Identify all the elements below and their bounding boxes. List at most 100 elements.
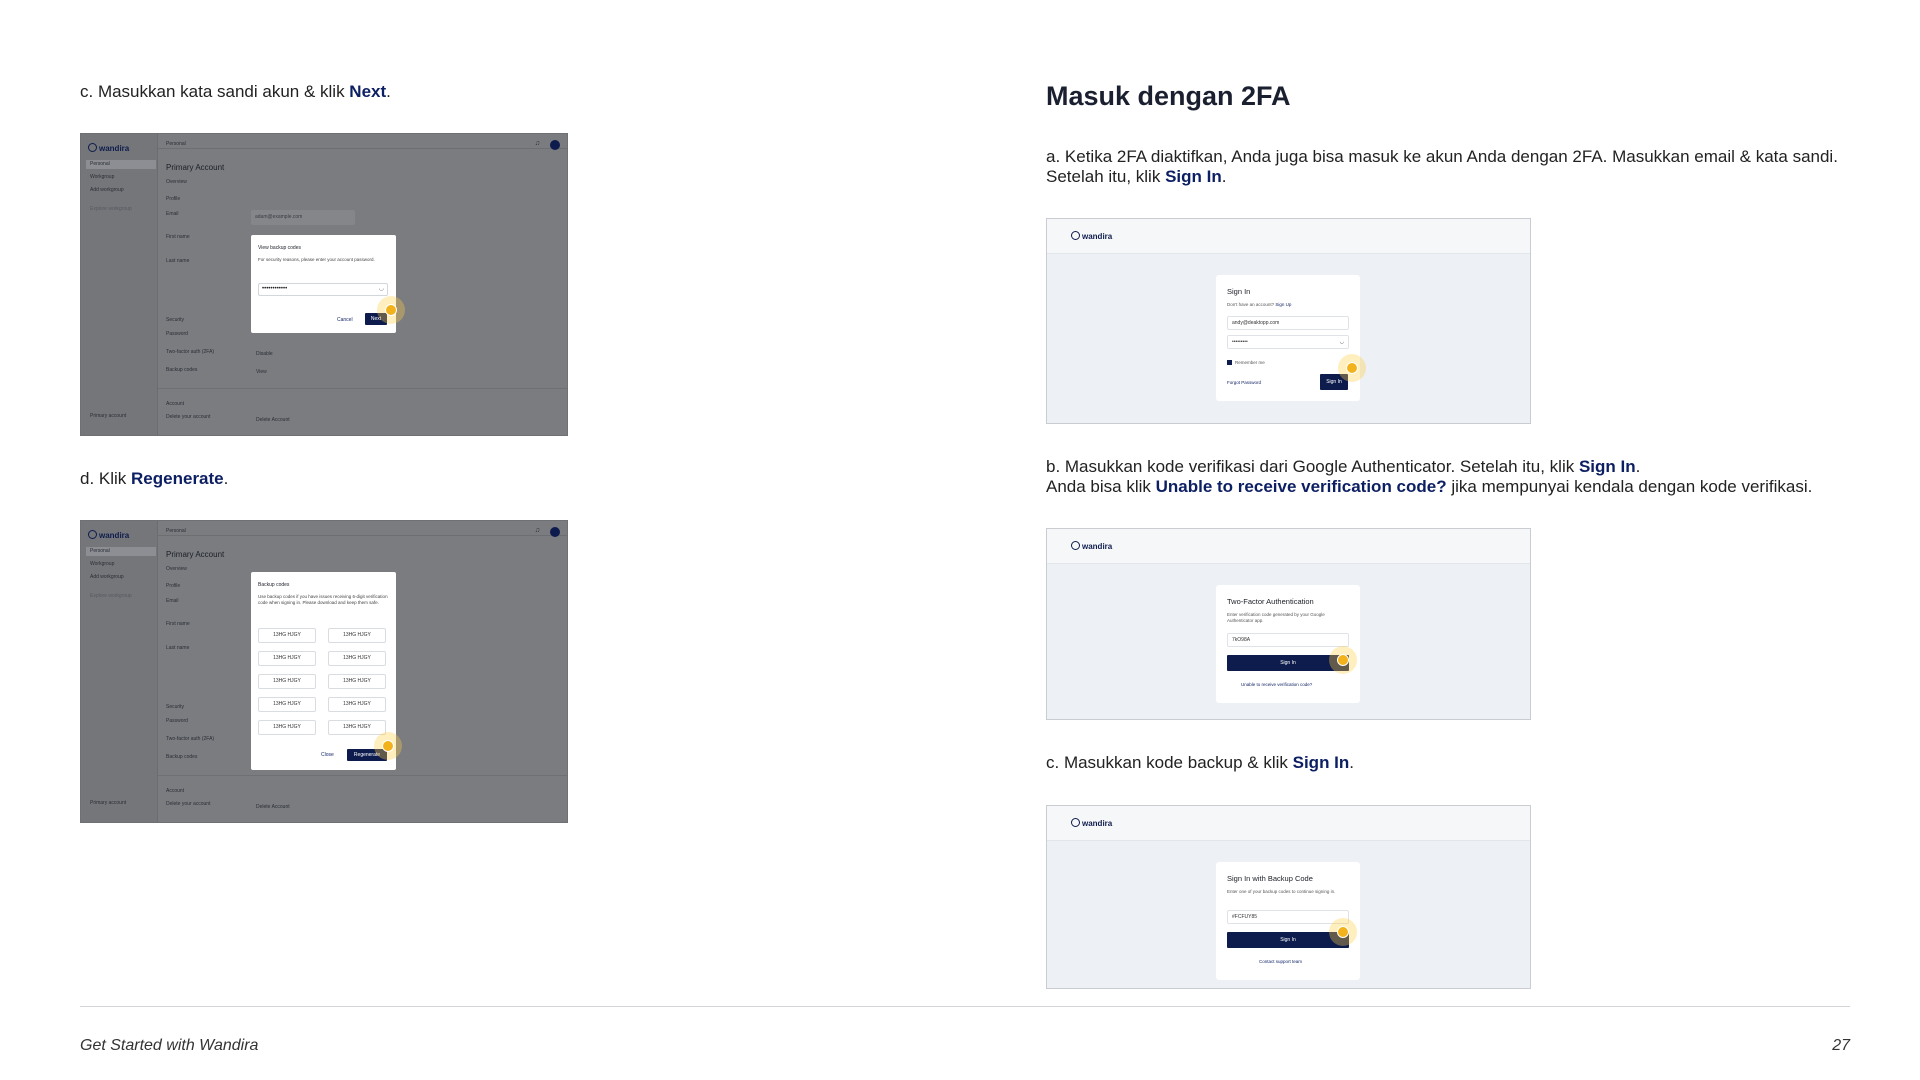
modal-title: Backup codes: [258, 582, 290, 588]
avatar[interactable]: [550, 140, 560, 150]
card-description: Enter verification code generated by you…: [1227, 612, 1325, 623]
security-heading: Security: [166, 704, 185, 710]
globe-icon: [1071, 818, 1080, 827]
eye-icon[interactable]: ◡: [1340, 336, 1344, 348]
card-description: Enter one of your backup codes to contin…: [1227, 889, 1336, 894]
password-input[interactable]: ••••••••• ◡: [1227, 335, 1349, 349]
delete-account-link[interactable]: Delete Account: [256, 804, 290, 810]
backup-code-screenshot: wandira Sign In with Backup Code Enter o…: [1046, 805, 1531, 989]
first-name-label: First name: [166, 621, 190, 627]
click-indicator: [377, 296, 405, 324]
divider: [158, 775, 567, 776]
backup-code: 13HG HJGY: [258, 720, 316, 735]
eye-icon[interactable]: ◡: [379, 284, 384, 295]
sign-up-link[interactable]: Sign Up: [1275, 302, 1291, 307]
globe-icon: [88, 530, 97, 539]
unable-to-receive-link[interactable]: Unable to receive verification code?: [1241, 682, 1312, 687]
sidebar-item-workgroup[interactable]: Workgroup: [86, 173, 156, 182]
logo: wandira: [88, 530, 129, 540]
password-input[interactable]: •••••••••••• ◡: [258, 283, 388, 296]
sidebar: wandira Personal Workgroup Add workgroup…: [81, 134, 158, 435]
sidebar-footer-account: Primary account: [90, 413, 127, 419]
globe-icon: [1071, 541, 1080, 550]
tab-overview[interactable]: Overview: [166, 566, 187, 572]
remember-me[interactable]: Remember me: [1227, 360, 1349, 366]
click-indicator: [1329, 918, 1357, 946]
click-indicator: [1329, 646, 1357, 674]
step-c-right: c. Masukkan kode backup & klik Sign In.: [1046, 753, 1355, 772]
breadcrumb: Personal: [166, 528, 186, 534]
modal-description: Use backup codes if you have issues rece…: [258, 594, 388, 605]
page-title: Primary Account: [166, 163, 225, 172]
twofa-label: Two-factor auth (2FA): [166, 736, 215, 742]
sidebar-item-personal[interactable]: Personal: [86, 547, 156, 556]
bell-icon[interactable]: ♫: [535, 140, 540, 147]
sidebar-item-add-workgroup[interactable]: Add workgroup: [86, 573, 156, 582]
logo: wandira: [88, 143, 129, 153]
contact-support-link[interactable]: Contact support team: [1259, 959, 1302, 964]
cancel-button[interactable]: Cancel: [337, 317, 353, 323]
two-factor-card: Two-Factor Authentication Enter verifica…: [1216, 585, 1360, 703]
forgot-password-link[interactable]: Forgot Password: [1227, 380, 1261, 385]
backup-code: 13HG HJGY: [328, 628, 386, 643]
page-title: Primary Account: [166, 550, 225, 559]
card-title: Sign In: [1227, 287, 1251, 296]
backup-code: 13HG HJGY: [258, 697, 316, 712]
tab-overview[interactable]: Overview: [166, 179, 187, 185]
backup-code: 13HG HJGY: [328, 697, 386, 712]
footer-title: Get Started with Wandira: [80, 1037, 259, 1054]
sidebar-item-add-workgroup[interactable]: Add workgroup: [86, 186, 156, 195]
password-label: Password: [166, 331, 188, 337]
first-name-label: First name: [166, 234, 190, 240]
sign-in-card: Sign In Don't have an account? Sign Up a…: [1216, 275, 1360, 401]
delete-label: Delete your account: [166, 801, 211, 807]
sidebar-item-personal[interactable]: Personal: [86, 160, 156, 169]
twofa-label: Two-factor auth (2FA): [166, 349, 215, 355]
globe-icon: [88, 143, 97, 152]
backup-code: 13HG HJGY: [328, 674, 386, 689]
bell-icon[interactable]: ♫: [535, 527, 540, 534]
backup-code-input[interactable]: #FCFUY85: [1227, 910, 1349, 924]
email-label: Email: [166, 211, 179, 217]
backup-code: 13HG HJGY: [258, 651, 316, 666]
password-label: Password: [166, 718, 188, 724]
header: [1047, 529, 1530, 564]
last-name-label: Last name: [166, 645, 190, 651]
two-factor-screenshot: wandira Two-Factor Authentication Enter …: [1046, 528, 1531, 720]
disable-link[interactable]: Disable: [256, 351, 273, 357]
backup-code: 13HG HJGY: [258, 628, 316, 643]
modal-description: For security reasons, please enter your …: [258, 257, 375, 262]
account-heading: Account: [166, 401, 185, 407]
click-indicator: [1338, 354, 1366, 382]
step-d-left: d. Klik Regenerate.: [80, 469, 229, 488]
sidebar-note: Explore workgroup: [90, 206, 132, 212]
footer-divider: [80, 1006, 1850, 1007]
backup-code: 13HG HJGY: [258, 674, 316, 689]
backup-codes-label: Backup codes: [166, 754, 198, 760]
sidebar-note: Explore workgroup: [90, 593, 132, 599]
email-input[interactable]: andy@deaktopp.com: [1227, 316, 1349, 330]
topbar: [158, 521, 567, 536]
close-button[interactable]: Close: [321, 752, 334, 758]
profile-heading: Profile: [166, 583, 181, 589]
last-name-label: Last name: [166, 258, 190, 264]
logo: wandira: [1071, 541, 1112, 551]
profile-heading: Profile: [166, 196, 181, 202]
email-field: adam@example.com: [251, 210, 355, 225]
sign-in-screenshot: wandira Sign In Don't have an account? S…: [1046, 218, 1531, 424]
delete-account-link[interactable]: Delete Account: [256, 417, 290, 423]
backup-code: 13HG HJGY: [328, 651, 386, 666]
avatar[interactable]: [550, 527, 560, 537]
view-link[interactable]: View: [256, 369, 267, 375]
modal-title: View backup codes: [258, 245, 301, 251]
verification-code-input[interactable]: 7kO98A: [1227, 633, 1349, 647]
step-c-left: c. Masukkan kata sandi akun & klik Next.: [80, 82, 391, 101]
divider: [158, 388, 567, 389]
click-indicator: [374, 732, 402, 760]
step-a-right: a. Ketika 2FA diaktifkan, Anda juga bisa…: [1046, 147, 1838, 186]
backup-codes-label: Backup codes: [166, 367, 198, 373]
checkbox-icon[interactable]: [1227, 360, 1232, 365]
sidebar-item-workgroup[interactable]: Workgroup: [86, 560, 156, 569]
card-title: Two-Factor Authentication: [1227, 597, 1314, 606]
card-title: Sign In with Backup Code: [1227, 874, 1313, 883]
